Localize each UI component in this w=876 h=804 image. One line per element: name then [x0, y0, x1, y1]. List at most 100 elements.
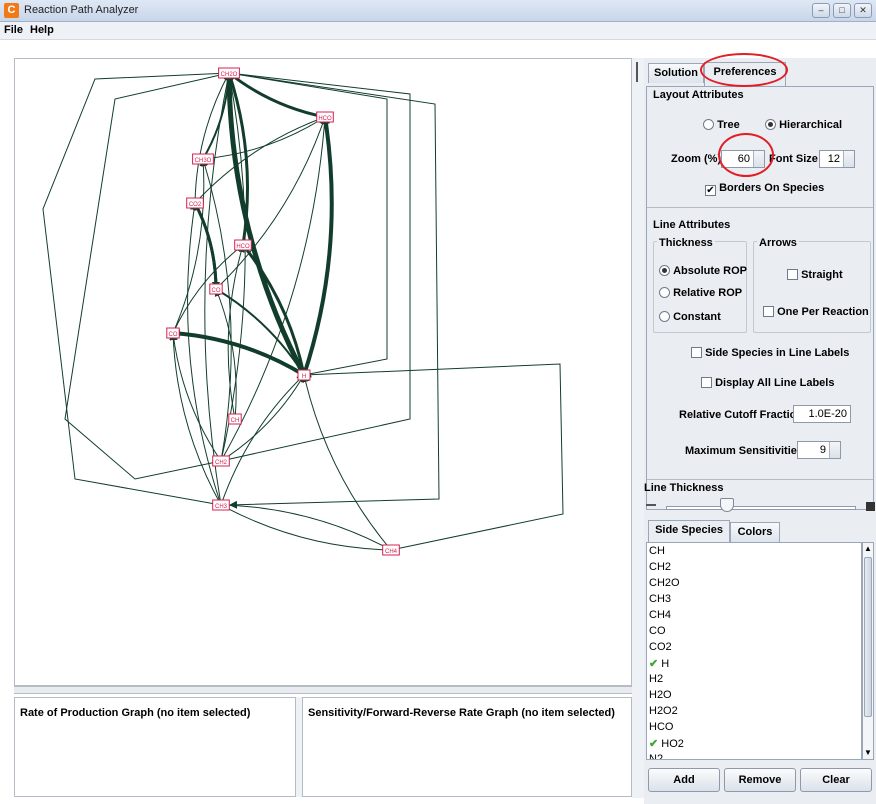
species-item[interactable]: N2 [649, 753, 663, 759]
species-name: CH2 [649, 561, 672, 573]
species-node[interactable]: CH2O [218, 67, 240, 79]
reaction-edge[interactable] [220, 504, 392, 554]
tab-side-species[interactable]: Side Species [648, 520, 730, 542]
tab-solution[interactable]: Solution [648, 63, 704, 83]
species-node[interactable]: CO [166, 327, 180, 339]
display-all-labels-checkbox[interactable]: Display All Line Labels [701, 377, 834, 389]
reaction-edge[interactable] [302, 116, 334, 376]
absolute-rop-radio[interactable]: Absolute ROP [659, 265, 747, 277]
scrollbar-thumb[interactable] [864, 557, 872, 717]
spinner-arrows-icon[interactable] [753, 151, 764, 167]
reaction-edge[interactable] [301, 374, 392, 551]
reaction-edge[interactable] [228, 72, 388, 378]
scroll-down-icon[interactable]: ▼ [864, 748, 872, 758]
remove-button[interactable]: Remove [724, 768, 796, 792]
clear-button[interactable]: Clear [800, 768, 872, 792]
divider [647, 479, 873, 480]
borders-checkbox[interactable]: ✔ Borders On Species [705, 182, 824, 196]
cutoff-label: Relative Cutoff Fraction [679, 409, 804, 421]
species-node[interactable]: HCO [316, 111, 334, 123]
settings-panel: Solution Preferences Layout Attributes T… [644, 58, 876, 804]
species-node[interactable]: CH3 [212, 499, 230, 511]
sensitivity-graph-title: Sensitivity/Forward-Reverse Rate Graph (… [308, 707, 615, 719]
side-species-labels-checkbox[interactable]: Side Species in Line Labels [691, 347, 849, 359]
tab-preferences[interactable]: Preferences [704, 62, 786, 86]
display-all-labels-label: Display All Line Labels [715, 377, 835, 389]
checkbox-icon [763, 306, 774, 317]
species-item[interactable]: CH3 [649, 593, 671, 605]
hierarchical-radio[interactable]: Hierarchical [765, 119, 842, 131]
font-size-value: 12 [827, 153, 840, 165]
species-node-label: HCO [236, 244, 250, 250]
reaction-edge[interactable] [303, 363, 564, 553]
reaction-edge[interactable] [228, 71, 326, 119]
close-button[interactable]: ✕ [854, 3, 872, 18]
hierarchical-radio-icon [765, 119, 776, 130]
reaction-edge[interactable] [202, 116, 326, 160]
species-node[interactable]: CH2 [212, 455, 230, 467]
species-item[interactable]: CO [649, 625, 666, 637]
font-size-spinner[interactable]: 12 [819, 150, 855, 168]
straight-checkbox[interactable]: Straight [787, 269, 843, 281]
species-node-label: CH3 [215, 504, 228, 510]
reaction-graph-pane[interactable]: CH2O HCO CH3O CO2 HCO CO CO H CH CH2 CH3 CH4 [14, 58, 632, 686]
species-item[interactable]: ✔ H [649, 657, 669, 670]
constant-label: Constant [673, 311, 721, 323]
menu-file[interactable]: File [4, 24, 23, 36]
species-item[interactable]: CH2 [649, 561, 671, 573]
one-per-reaction-checkbox[interactable]: One Per Reaction [763, 306, 869, 318]
horizontal-splitter[interactable] [14, 686, 632, 694]
species-item[interactable]: H2O2 [649, 705, 678, 717]
species-node[interactable]: CO [209, 283, 223, 295]
species-item[interactable]: ✔ HO2 [649, 737, 684, 750]
species-scrollbar[interactable]: ▲ ▼ [862, 542, 874, 760]
reaction-edge[interactable] [172, 158, 208, 334]
species-node[interactable]: CH [228, 413, 242, 425]
side-species-list[interactable]: CH CH2 CH2O CH3 CH4 CO CO2 ✔ H H2 H2O H2O2 HCO ✔ HO2… [646, 542, 862, 760]
cutoff-field[interactable]: 1.0E-20 [793, 405, 851, 423]
species-name: CO2 [649, 641, 672, 653]
minimize-button[interactable]: – [812, 3, 830, 18]
reaction-edge[interactable] [42, 72, 230, 508]
reaction-edge[interactable] [172, 244, 244, 334]
divider [647, 207, 873, 208]
max-sensitivities-spinner[interactable]: 9 [797, 441, 841, 459]
species-item[interactable]: H2 [649, 673, 663, 685]
species-item[interactable]: HCO [649, 721, 673, 733]
species-node[interactable]: CH4 [382, 544, 400, 556]
tab-colors[interactable]: Colors [730, 522, 780, 542]
arrows-title: Arrows [757, 237, 799, 249]
species-item[interactable]: CH2O [649, 577, 680, 589]
species-item[interactable]: CO2 [649, 641, 672, 653]
vertical-splitter[interactable] [632, 58, 644, 798]
species-item[interactable]: H2O [649, 689, 672, 701]
constant-radio[interactable]: Constant [659, 311, 721, 323]
scroll-up-icon[interactable]: ▲ [864, 544, 872, 554]
reaction-edge[interactable] [220, 501, 392, 551]
zoom-spinner[interactable]: 60 [721, 150, 765, 168]
reaction-edge[interactable] [201, 158, 232, 462]
spinner-arrows-icon[interactable] [843, 151, 854, 167]
slider-thumb[interactable] [720, 498, 734, 512]
maximize-button[interactable]: □ [833, 3, 851, 18]
relative-rop-radio[interactable]: Relative ROP [659, 287, 742, 299]
species-item[interactable]: CH [649, 545, 665, 557]
menu-help[interactable]: Help [30, 24, 54, 36]
reaction-edge[interactable] [228, 72, 440, 509]
absolute-rop-label: Absolute ROP [673, 265, 748, 277]
species-node-label: CO [169, 332, 178, 338]
reaction-edge[interactable] [220, 72, 411, 464]
species-node[interactable]: HCO [234, 239, 252, 251]
species-node[interactable]: CO2 [186, 197, 204, 209]
reaction-edge[interactable] [227, 244, 245, 420]
line-thickness-slider[interactable] [666, 506, 856, 510]
tree-radio[interactable]: Tree [703, 119, 740, 131]
add-button[interactable]: Add [648, 768, 720, 792]
check-icon: ✔ [705, 185, 716, 196]
reaction-graph[interactable]: CH2O HCO CH3O CO2 HCO CO CO H CH CH2 CH3 CH4 [15, 59, 632, 686]
species-item[interactable]: CH4 [649, 609, 671, 621]
species-node[interactable]: CH3O [192, 153, 214, 165]
spinner-arrows-icon[interactable] [829, 442, 840, 458]
species-node[interactable]: H [297, 369, 311, 381]
species-node-label: CO2 [189, 202, 202, 208]
